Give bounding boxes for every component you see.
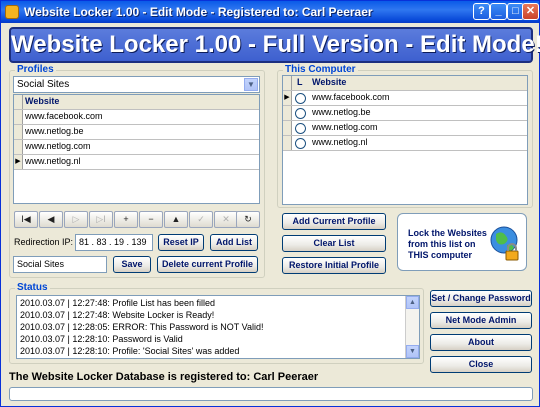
profiles-label: Profiles: [15, 64, 56, 75]
redirection-ip-input[interactable]: 81 . 83 . 19 . 139: [75, 234, 153, 251]
about-button[interactable]: About: [430, 334, 532, 351]
status-label: Status: [15, 282, 50, 293]
table-row[interactable]: www.facebook.com: [14, 110, 259, 125]
table-row[interactable]: www.netlog.com: [14, 140, 259, 155]
save-button[interactable]: Save: [113, 256, 151, 273]
add-current-profile-button[interactable]: Add Current Profile: [282, 213, 386, 230]
delete-profile-button[interactable]: Delete current Profile: [157, 256, 258, 273]
post-icon[interactable]: ✓: [189, 211, 213, 228]
scroll-up-icon[interactable]: ▲: [406, 296, 419, 309]
app-icon: [5, 5, 19, 19]
globe-lock-icon: [490, 226, 519, 261]
net-mode-admin-button[interactable]: Net Mode Admin: [430, 312, 532, 329]
lock-radio[interactable]: [295, 123, 306, 134]
reset-ip-button[interactable]: Reset IP: [158, 234, 204, 251]
list-item: 2010.03.07 | 12:27:48: Profile List has …: [20, 298, 215, 308]
list-item: 2010.03.07 | 12:27:48: Website Locker is…: [20, 310, 215, 320]
last-icon[interactable]: ▷I: [89, 211, 113, 228]
chevron-down-icon[interactable]: ▼: [244, 78, 258, 91]
grid-header: Website: [14, 95, 259, 110]
registration-footer: The Website Locker Database is registere…: [9, 371, 319, 383]
grid-header: L Website: [283, 76, 527, 91]
table-row[interactable]: ▶ www.netlog.nl: [14, 155, 259, 170]
delete-icon[interactable]: −: [139, 211, 163, 228]
add-list-button[interactable]: Add List: [210, 234, 258, 251]
progress-bar: [9, 387, 533, 401]
list-item: 2010.03.07 | 12:28:10: Password is Valid: [20, 334, 183, 344]
cancel-icon[interactable]: ✕: [214, 211, 238, 228]
status-group: Status 2010.03.07 | 12:27:48: Profile Li…: [9, 282, 424, 364]
table-row[interactable]: www.netlog.com: [283, 121, 527, 136]
set-password-button[interactable]: Set / Change Password: [430, 290, 532, 307]
navigator: I◀ ◀ ▷ ▷I + − ▲ ✓ ✕ ↻: [14, 211, 260, 229]
status-log[interactable]: 2010.03.07 | 12:27:48: Profile List has …: [16, 295, 420, 359]
lock-radio[interactable]: [295, 108, 306, 119]
profile-websites-grid[interactable]: Website www.facebook.com www.netlog.be w…: [13, 94, 260, 204]
profile-name-input[interactable]: Social Sites: [13, 256, 107, 273]
lock-websites-button[interactable]: Lock the Websites from this list on THIS…: [397, 213, 527, 271]
next-icon[interactable]: ▷: [64, 211, 88, 228]
lock-radio[interactable]: [295, 138, 306, 149]
main-window: Website Locker 1.00 - Edit Mode - Regist…: [0, 0, 540, 407]
lock-radio[interactable]: [295, 93, 306, 104]
lock-websites-text: Lock the Websites from this list on THIS…: [408, 228, 487, 260]
table-row[interactable]: ▶ www.facebook.com: [283, 91, 527, 106]
this-computer-label: This Computer: [283, 64, 358, 75]
title-bar[interactable]: Website Locker 1.00 - Edit Mode - Regist…: [1, 1, 539, 23]
prior-icon[interactable]: ◀: [39, 211, 63, 228]
close-button[interactable]: Close: [430, 356, 532, 373]
current-row-indicator-icon: ▶: [283, 91, 292, 105]
close-icon[interactable]: ✕: [522, 3, 539, 20]
help-icon[interactable]: ?: [473, 3, 490, 20]
column-header-l: L: [297, 77, 303, 87]
list-item: 2010.03.07 | 12:28:10: Profile: 'Social …: [20, 346, 240, 356]
column-header-website: Website: [25, 96, 60, 106]
table-row[interactable]: www.netlog.be: [283, 106, 527, 121]
computer-websites-grid[interactable]: L Website ▶ www.facebook.com www.netlog.…: [282, 75, 528, 205]
first-icon[interactable]: I◀: [14, 211, 38, 228]
window-title: Website Locker 1.00 - Edit Mode - Regist…: [24, 5, 373, 19]
profile-select[interactable]: Social Sites ▼: [13, 76, 260, 93]
insert-icon[interactable]: +: [114, 211, 138, 228]
current-row-indicator-icon: ▶: [14, 155, 23, 169]
restore-initial-profile-button[interactable]: Restore Initial Profile: [282, 257, 386, 274]
clear-list-button[interactable]: Clear List: [282, 235, 386, 252]
status-scrollbar[interactable]: ▲ ▼: [405, 296, 419, 358]
minimize-icon[interactable]: _: [490, 3, 507, 20]
scroll-down-icon[interactable]: ▼: [406, 345, 419, 358]
profile-select-value: Social Sites: [17, 79, 70, 90]
list-item: 2010.03.07 | 12:28:05: ERROR: This Passw…: [20, 322, 264, 332]
mode-banner: Website Locker 1.00 - Full Version - Edi…: [9, 27, 540, 63]
table-row[interactable]: www.netlog.be: [14, 125, 259, 140]
edit-icon[interactable]: ▲: [164, 211, 188, 228]
column-header-website: Website: [312, 77, 347, 87]
redirection-ip-label: Redirection IP:: [14, 237, 74, 247]
table-row[interactable]: www.netlog.nl: [283, 136, 527, 151]
refresh-icon[interactable]: ↻: [236, 211, 260, 228]
